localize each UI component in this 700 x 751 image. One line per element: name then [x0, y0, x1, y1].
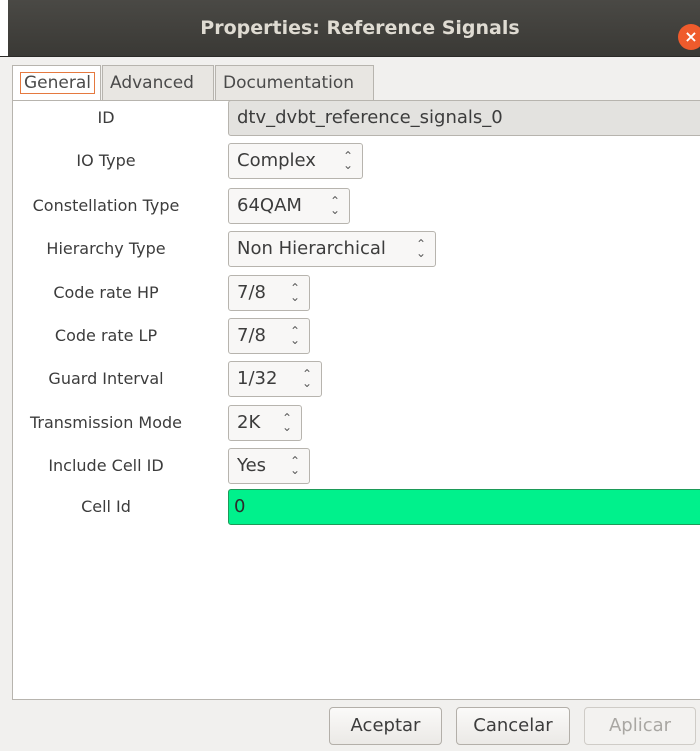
tab-advanced[interactable]: Advanced	[102, 65, 214, 101]
transmission-mode-select[interactable]: 2K ⌃ ⌄	[228, 405, 302, 441]
hierarchy-type-select[interactable]: Non Hierarchical ⌃ ⌄	[228, 231, 436, 267]
updown-chevron-icon: ⌃ ⌄	[329, 194, 340, 217]
transmission-mode-label: Transmission Mode	[29, 413, 183, 432]
updown-chevron-icon: ⌃ ⌄	[289, 281, 300, 304]
accept-button[interactable]: Aceptar	[329, 707, 442, 745]
include-cell-id-label: Include Cell ID	[48, 456, 164, 475]
code-rate-hp-value: 7/8	[237, 282, 266, 303]
updown-chevron-icon: ⌃ ⌄	[281, 411, 292, 434]
id-label: ID	[97, 108, 115, 127]
id-field[interactable]: dtv_dvbt_reference_signals_0	[228, 100, 700, 136]
guard-interval-select[interactable]: 1/32 ⌃ ⌄	[228, 361, 322, 397]
include-cell-id-value: Yes	[237, 455, 267, 476]
apply-button[interactable]: Aplicar	[584, 707, 696, 745]
code-rate-lp-label: Code rate LP	[54, 326, 158, 345]
tab-general-label: General	[20, 72, 95, 94]
code-rate-lp-value: 7/8	[237, 325, 266, 346]
updown-chevron-icon: ⌃ ⌄	[342, 149, 353, 172]
cell-id-label: Cell Id	[81, 497, 131, 516]
hierarchy-type-label: Hierarchy Type	[46, 239, 166, 258]
tab-general[interactable]: General	[12, 65, 101, 102]
constellation-type-select[interactable]: 64QAM ⌃ ⌄	[228, 188, 350, 224]
tab-documentation[interactable]: Documentation	[215, 65, 374, 101]
code-rate-hp-label: Code rate HP	[53, 283, 159, 302]
updown-chevron-icon: ⌃ ⌄	[289, 454, 300, 477]
cancel-button[interactable]: Cancelar	[456, 707, 570, 745]
constellation-type-label: Constellation Type	[32, 196, 180, 215]
io-type-value: Complex	[237, 150, 316, 171]
close-button[interactable]: ×	[678, 24, 700, 50]
transmission-mode-value: 2K	[237, 412, 261, 433]
io-type-label: IO Type	[76, 151, 136, 170]
cell-id-input[interactable]: 0	[228, 489, 700, 525]
title-bar: Properties: Reference Signals ×	[0, 0, 700, 57]
include-cell-id-select[interactable]: Yes ⌃ ⌄	[228, 448, 310, 484]
guard-interval-label: Guard Interval	[48, 369, 164, 388]
window-title: Properties: Reference Signals	[200, 17, 520, 39]
updown-chevron-icon: ⌃ ⌄	[415, 237, 426, 260]
updown-chevron-icon: ⌃ ⌄	[301, 367, 312, 390]
code-rate-hp-select[interactable]: 7/8 ⌃ ⌄	[228, 275, 310, 311]
code-rate-lp-select[interactable]: 7/8 ⌃ ⌄	[228, 318, 310, 354]
guard-interval-value: 1/32	[237, 368, 278, 389]
hierarchy-type-value: Non Hierarchical	[237, 238, 386, 259]
io-type-select[interactable]: Complex ⌃ ⌄	[228, 143, 363, 179]
constellation-type-value: 64QAM	[237, 195, 302, 216]
updown-chevron-icon: ⌃ ⌄	[289, 324, 300, 347]
